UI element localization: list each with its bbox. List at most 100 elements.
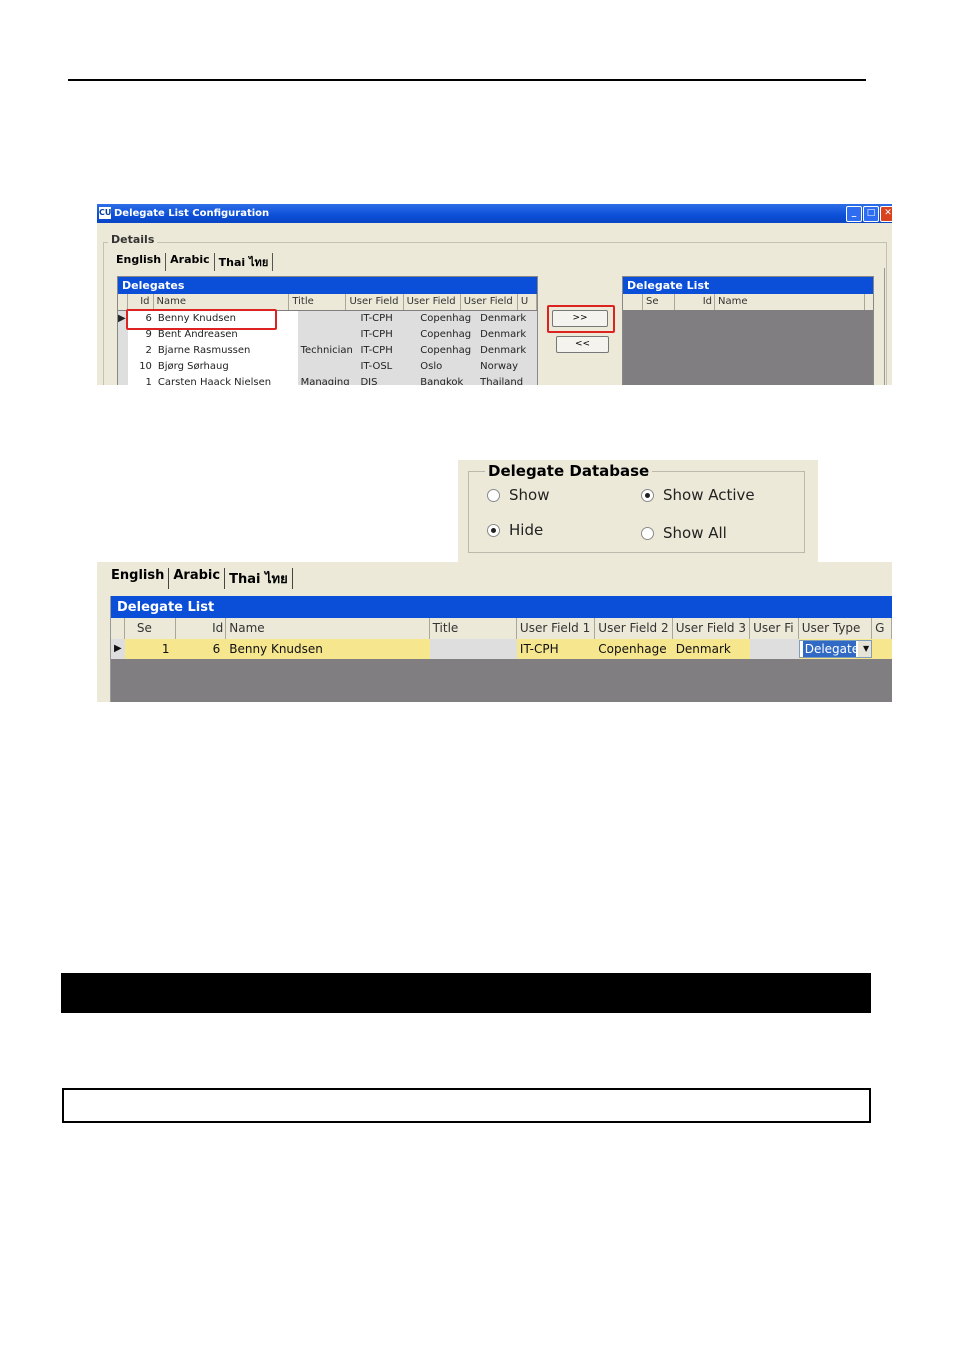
cell-name: Bjarne Rasmussen (157, 345, 251, 356)
col-name[interactable]: Name (226, 618, 430, 639)
current-row-arrow-icon: ▶ (111, 639, 125, 659)
cell-user-field-3: Thailand (477, 375, 537, 385)
row-indicator-header (111, 618, 125, 639)
row-indicator (118, 359, 128, 375)
col-user-field-2[interactable]: User Field 2 (595, 618, 673, 639)
table-row[interactable]: 10 Bjørg Sørhaug IT-OSL Oslo Norway (118, 359, 537, 375)
col-user-field-4[interactable]: User Fi (750, 618, 799, 639)
tab-english[interactable]: English (112, 253, 167, 271)
col-user-field-4[interactable]: U (518, 294, 537, 310)
delegate-list-header: Delegate List (623, 277, 873, 294)
col-user-field-3[interactable]: User Field 3 (673, 618, 751, 639)
delegates-column-header: Id Name Title User Field User Field User… (118, 294, 537, 310)
radio-show-all-label: Show All (663, 524, 727, 542)
close-button[interactable]: ✕ (880, 206, 892, 222)
col-user-field-3[interactable]: User Field (460, 294, 518, 310)
window-title: Delegate List Configuration (114, 208, 270, 219)
radio-checked-icon (487, 523, 500, 537)
radio-hide[interactable]: Hide (487, 521, 543, 539)
delegate-list-panel: Delegate List Se Id Name (622, 276, 874, 385)
window-titlebar[interactable]: CU Delegate List Configuration _ □ ✕ (97, 204, 892, 223)
cell-user-field-2: Bangkok (417, 375, 478, 385)
chevron-down-icon[interactable]: ▼ (858, 641, 872, 657)
cell-user-field-3: Denmark (477, 343, 537, 359)
delegate-list-header: Delegate List (111, 596, 892, 618)
cell-id: 10 (139, 361, 152, 372)
scroll-divider (884, 268, 885, 385)
cell-title: Managing (297, 375, 358, 385)
highlight-add-button (547, 305, 615, 333)
cell-user-type: Delegate ▼ (798, 639, 873, 659)
note-box (62, 1088, 871, 1123)
delegate-list-window: English Arabic Thai ไทย Delegate List Se… (97, 562, 892, 702)
tab-arabic[interactable]: Arabic (166, 253, 215, 271)
cell-user-field-1: IT-CPH (357, 327, 418, 343)
radio-show-active[interactable]: Show Active (641, 486, 755, 504)
cell-user-field-2: Copenhag (417, 343, 478, 359)
cell-user-field-3: Denmark (477, 327, 537, 343)
row-indicator-header (623, 294, 643, 310)
remove-delegate-button[interactable]: << (556, 336, 609, 353)
cell-user-field-2: Copenhag (417, 327, 478, 343)
highlight-selected-delegate (126, 309, 277, 330)
radio-hide-label: Hide (509, 521, 544, 539)
col-user-field-1[interactable]: User Field 1 (517, 618, 596, 639)
cell-id: 6 (175, 639, 227, 659)
cell-title (297, 311, 358, 327)
radio-checked-icon (641, 488, 654, 502)
col-title[interactable]: Title (430, 618, 517, 639)
table-row[interactable]: 1 Carsten Haack Nielsen Managing DIS Ban… (118, 375, 537, 385)
language-tabs: English Arabic Thai ไทย (107, 568, 293, 589)
maximize-button[interactable]: □ (863, 206, 879, 222)
cell-name: Benny Knudsen (226, 639, 430, 659)
cell-name: Bjørg Sørhaug (157, 361, 229, 372)
language-tabs: English Arabic Thai ไทย (112, 253, 274, 271)
col-title[interactable]: Title (289, 294, 347, 310)
header-rule (68, 79, 866, 81)
col-id[interactable]: Id (675, 294, 715, 310)
col-user-type[interactable]: User Type (799, 618, 873, 639)
table-row[interactable]: ▶ 1 6 Benny Knudsen IT-CPH Copenhage Den… (111, 639, 892, 659)
user-type-dropdown[interactable]: Delegate ▼ (798, 640, 873, 658)
col-name[interactable]: Name (154, 294, 290, 310)
tab-thai[interactable]: Thai ไทย (215, 253, 274, 271)
col-name[interactable]: Name (715, 294, 865, 310)
col-user-field-1[interactable]: User Field (346, 294, 404, 310)
radio-show-all[interactable]: Show All (641, 524, 727, 542)
delegate-database-label: Delegate Database (485, 462, 653, 480)
delegate-database-group: Delegate Database (468, 462, 805, 553)
tab-arabic[interactable]: Arabic (169, 568, 226, 589)
row-indicator (118, 343, 128, 359)
radio-unchecked-icon (641, 526, 654, 540)
delegate-list-column-header: Se Id Name Title User Field 1 User Field… (111, 618, 892, 639)
radio-show[interactable]: Show (487, 486, 549, 504)
col-user-field-2[interactable]: User Field (403, 294, 461, 310)
cell-title (297, 359, 358, 375)
row-indicator (118, 375, 128, 385)
cell-name: Carsten Haack Nielsen (157, 377, 272, 385)
cell-title (429, 639, 517, 659)
col-id[interactable]: Id (128, 294, 154, 310)
cell-user-field-3: Denmark (672, 639, 751, 659)
app-icon: CU (99, 207, 112, 219)
delegate-list-column-header: Se Id Name (623, 294, 873, 310)
col-sequence[interactable]: Se (125, 618, 176, 639)
cell-sequence: 1 (124, 639, 176, 659)
tab-english[interactable]: English (107, 568, 170, 589)
delegate-list-panel: Delegate List Se Id Name Title User Fiel… (110, 596, 892, 702)
table-row[interactable]: 2 Bjarne Rasmussen Technician IT-CPH Cop… (118, 343, 537, 359)
col-id[interactable]: Id (176, 618, 227, 639)
radio-show-active-label: Show Active (663, 486, 755, 504)
delegates-panel: Delegates Id Name Title User Field User … (117, 276, 538, 385)
row-indicator-header (118, 294, 128, 310)
cell-user-field-3: Norway (477, 359, 537, 375)
cell-user-field-1: DIS (357, 375, 418, 385)
col-group[interactable]: G (872, 618, 892, 639)
cell-title (297, 327, 358, 343)
tab-thai[interactable]: Thai ไทย (225, 568, 293, 589)
details-label: Details (108, 233, 158, 246)
col-sequence[interactable]: Se (643, 294, 675, 310)
cell-user-field-4 (750, 639, 799, 659)
delegate-database-options: Delegate Database Show Show Active Hide … (458, 460, 818, 562)
minimize-button[interactable]: _ (846, 206, 862, 222)
